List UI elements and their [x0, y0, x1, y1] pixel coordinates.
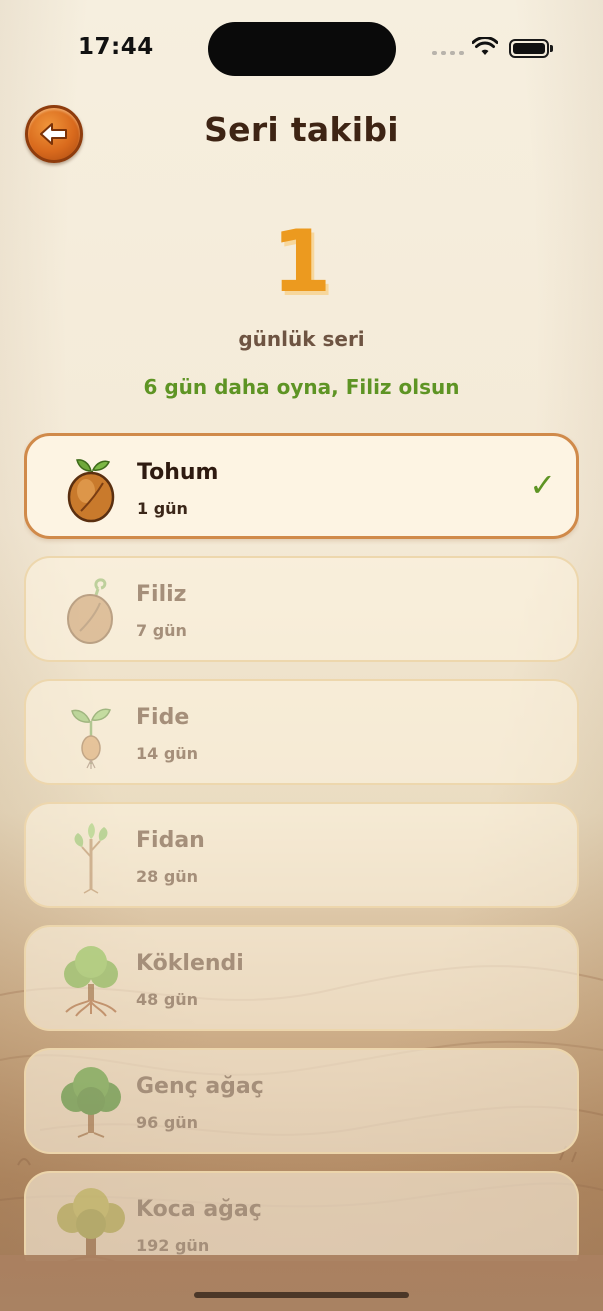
stage-card-filiz[interactable]: Filiz 7 gün [24, 556, 579, 662]
status-time: 17:44 [78, 34, 154, 60]
young-tree-icon [61, 1067, 121, 1138]
cellular-signal-icon [432, 51, 464, 55]
streak-count: 1 [271, 212, 332, 312]
stage-days: 7 gün [136, 621, 187, 640]
stage-days: 48 gün [136, 990, 199, 1009]
streak-hint: 6 gün daha oyna, Filiz olsun [143, 375, 460, 399]
sprout-seed-icon [67, 578, 113, 644]
stage-name: Tohum [137, 460, 219, 485]
sapling-icon [74, 823, 108, 894]
rooted-tree-icon [64, 946, 118, 1017]
stage-name: Fide [136, 705, 190, 730]
check-icon: ✓ [529, 466, 556, 504]
stage-card-genc-agac[interactable]: Genç ağaç 96 gün [24, 1048, 579, 1154]
battery-tip [550, 45, 553, 52]
seed-icon [67, 459, 115, 523]
stage-name: Fidan [136, 828, 205, 853]
page-title: Seri takibi [204, 110, 399, 149]
stage-card-tohum[interactable]: Tohum 1 gün ✓ [24, 433, 579, 539]
stage-card-koklendi[interactable]: Köklendi 48 gün [24, 925, 579, 1031]
stage-days: 28 gün [136, 867, 199, 886]
stage-card-fide[interactable]: Fide 14 gün [24, 679, 579, 785]
stage-name: Koca ağaç [136, 1197, 262, 1222]
stage-name: Genç ağaç [136, 1074, 264, 1099]
stage-days: 192 gün [136, 1236, 210, 1255]
stage-days: 1 gün [137, 499, 188, 518]
bottom-fade [0, 1255, 603, 1311]
streak-label: günlük seri [238, 327, 365, 351]
big-tree-icon [57, 1188, 125, 1261]
home-indicator[interactable] [194, 1292, 409, 1298]
status-bar: 17:44 [0, 0, 603, 96]
seedling-icon [71, 708, 111, 769]
stage-list[interactable]: Tohum 1 gün ✓ Filiz 7 gün Fide 14 gün Fi… [24, 433, 579, 1261]
battery-icon [509, 39, 549, 58]
stage-card-fidan[interactable]: Fidan 28 gün [24, 802, 579, 908]
stage-name: Köklendi [136, 951, 244, 976]
stage-name: Filiz [136, 582, 187, 607]
stage-days: 96 gün [136, 1113, 199, 1132]
stage-card-koca-agac[interactable]: Koca ağaç 192 gün [24, 1171, 579, 1261]
wifi-icon [472, 37, 498, 55]
dynamic-island [208, 22, 396, 76]
stage-days: 14 gün [136, 744, 199, 763]
